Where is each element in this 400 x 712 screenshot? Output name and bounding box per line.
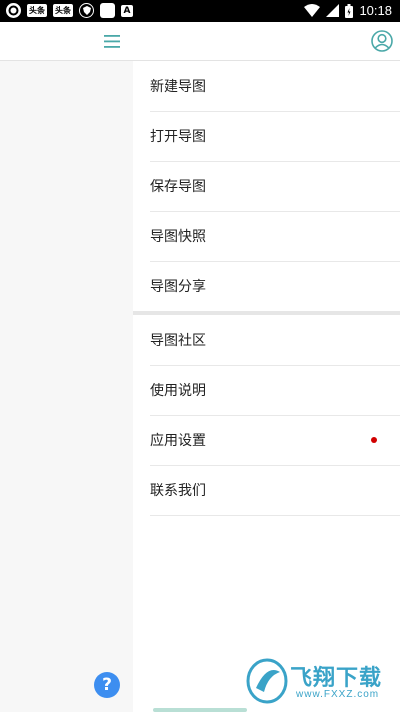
hamburger-menu-icon[interactable] [102, 32, 124, 50]
status-time: 10:18 [359, 3, 392, 18]
toutiao-icon-label: 头条 [29, 6, 45, 15]
menu-item-label: 导图快照 [150, 229, 206, 245]
app-icon [100, 3, 115, 18]
battery-icon [345, 3, 354, 18]
menu-item-save-mindmap[interactable]: 保存导图 [150, 161, 400, 212]
signal-icon [326, 4, 340, 17]
help-button[interactable]: ? [94, 672, 120, 698]
menu-item-open-mindmap[interactable]: 打开导图 [150, 111, 400, 162]
a-icon: A [121, 4, 133, 17]
user-account-icon[interactable] [370, 29, 394, 53]
shield-icon [79, 3, 94, 18]
notification-icon [6, 3, 21, 18]
menu-item-label: 导图分享 [150, 279, 206, 295]
menu-item-instructions[interactable]: 使用说明 [150, 365, 400, 416]
home-indicator [153, 708, 247, 712]
menu-item-label: 打开导图 [150, 129, 206, 145]
navigation-drawer: 新建导图 打开导图 保存导图 导图快照 导图分享 导图社区 使用说明 应用设置 … [133, 61, 400, 712]
app-toolbar [0, 22, 400, 61]
menu-item-label: 联系我们 [150, 483, 206, 499]
menu-item-label: 新建导图 [150, 79, 206, 95]
watermark-url: www.FXXZ.com [296, 689, 380, 700]
menu-item-label: 保存导图 [150, 179, 206, 195]
status-bar-notifications: 头条 头条 A [6, 3, 133, 18]
a-icon-label: A [123, 5, 131, 16]
menu-item-label: 使用说明 [150, 383, 206, 399]
status-bar: 头条 头条 A 10:18 [0, 0, 400, 22]
mindmap-canvas[interactable] [0, 61, 133, 712]
toutiao-icon-label: 头条 [55, 6, 71, 15]
notification-badge [371, 437, 377, 443]
menu-item-contact-us[interactable]: 联系我们 [150, 465, 400, 516]
toutiao-icon: 头条 [27, 4, 47, 17]
menu-item-label: 应用设置 [150, 433, 206, 449]
watermark: 飞翔下载 www.FXXZ.com [246, 656, 396, 706]
menu-item-share-mindmap[interactable]: 导图分享 [150, 261, 400, 311]
help-icon: ? [102, 675, 112, 695]
menu-item-settings[interactable]: 应用设置 [150, 415, 400, 466]
menu-item-label: 导图社区 [150, 333, 206, 349]
watermark-logo-icon [246, 658, 288, 704]
menu-item-mindmap-snapshot[interactable]: 导图快照 [150, 211, 400, 262]
menu-item-new-mindmap[interactable]: 新建导图 [150, 61, 400, 112]
wifi-icon [304, 4, 321, 17]
watermark-text: 飞翔下载 [290, 666, 383, 691]
menu-item-community[interactable]: 导图社区 [150, 315, 400, 366]
status-bar-system: 10:18 [304, 3, 392, 18]
toutiao-icon: 头条 [53, 4, 73, 17]
